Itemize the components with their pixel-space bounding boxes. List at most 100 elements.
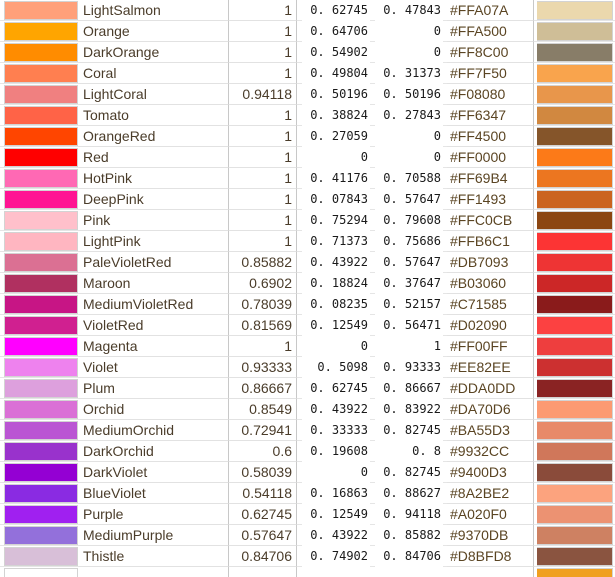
blue-value-cell[interactable]: 0. 93333 [375, 357, 443, 378]
green-value-cell[interactable]: 0. 12549 [302, 504, 370, 525]
hex-code-cell[interactable]: #8A2BE2 [447, 483, 534, 504]
table-row[interactable]: HotPink 1 0. 41176 0. 70588 #FF69B4 [0, 168, 615, 189]
table-row[interactable]: Orchid 0.8549 0. 43922 0. 83922 #DA70D6 [0, 399, 615, 420]
table-row[interactable]: LightPink 1 0. 71373 0. 75686 #FFB6C1 [0, 231, 615, 252]
table-row[interactable]: Coral 1 0. 49804 0. 31373 #FF7F50 [0, 63, 615, 84]
color-name-cell[interactable]: DarkOrange [79, 42, 229, 63]
hex-code-cell[interactable]: #FF6347 [447, 105, 534, 126]
hex-code-cell[interactable]: #FF1493 [447, 189, 534, 210]
color-name-cell[interactable]: Magenta [79, 336, 229, 357]
red-value-cell[interactable]: 0.6902 [230, 273, 297, 294]
table-row[interactable]: DarkOrchid 0.6 0. 19608 0. 8 #9932CC [0, 441, 615, 462]
color-name-cell[interactable]: MediumPurple [79, 525, 229, 546]
red-value-cell[interactable]: 1 [230, 63, 297, 84]
red-value-cell[interactable]: 0.94118 [230, 84, 297, 105]
color-name-cell[interactable]: Thistle [79, 546, 229, 567]
hex-code-cell[interactable]: #9370DB [447, 525, 534, 546]
green-value-cell[interactable]: 0. 27059 [302, 126, 370, 147]
hex-code-cell[interactable]: #FFA500 [447, 21, 534, 42]
hex-code-cell[interactable]: #FFC0CB [447, 210, 534, 231]
hex-code-cell[interactable]: #FF0000 [447, 147, 534, 168]
green-value-cell[interactable]: 0. 75294 [302, 210, 370, 231]
blue-value-cell[interactable]: 0. 31373 [375, 63, 443, 84]
hex-code-cell[interactable]: #A020F0 [447, 504, 534, 525]
red-value-cell[interactable]: 0.86667 [230, 378, 297, 399]
table-row[interactable]: OrangeRed 1 0. 27059 0 #FF4500 [0, 126, 615, 147]
table-row[interactable]: MediumOrchid 0.72941 0. 33333 0. 82745 #BA55… [0, 420, 615, 441]
red-value-cell[interactable]: 1 [230, 147, 297, 168]
table-row[interactable]: Plum 0.86667 0. 62745 0. 86667 #DDA0DD [0, 378, 615, 399]
hex-code-cell[interactable]: #FF00FF [447, 336, 534, 357]
table-row[interactable]: DarkOrange 1 0. 54902 0 #FF8C00 [0, 42, 615, 63]
blue-value-cell[interactable]: 0. 84706 [375, 546, 443, 567]
hex-code-cell[interactable] [447, 567, 534, 577]
green-value-cell[interactable]: 0. 62745 [302, 0, 370, 21]
green-value-cell[interactable]: 0. 12549 [302, 315, 370, 336]
color-name-cell[interactable]: DarkViolet [79, 462, 229, 483]
color-name-cell[interactable]: Orange [79, 21, 229, 42]
color-name-cell[interactable]: Violet [79, 357, 229, 378]
table-row[interactable]: BlueViolet 0.54118 0. 16863 0. 88627 #8A2BE2 [0, 483, 615, 504]
color-name-cell[interactable]: MediumOrchid [79, 420, 229, 441]
blue-value-cell[interactable]: 0. 50196 [375, 84, 443, 105]
blue-value-cell[interactable]: 0. 94118 [375, 504, 443, 525]
color-name-cell[interactable]: DarkOrchid [79, 441, 229, 462]
hex-code-cell[interactable]: #FFA07A [447, 0, 534, 21]
table-row[interactable]: Violet 0.93333 0. 5098 0. 93333 #EE82EE [0, 357, 615, 378]
blue-value-cell[interactable]: 0 [375, 21, 443, 42]
blue-value-cell[interactable]: 0. 85882 [375, 525, 443, 546]
blue-value-cell[interactable]: 0. 56471 [375, 315, 443, 336]
red-value-cell[interactable]: 1 [230, 210, 297, 231]
blue-value-cell[interactable]: 0. 37647 [375, 273, 443, 294]
hex-code-cell[interactable]: #BA55D3 [447, 420, 534, 441]
table-row[interactable]: Pink 1 0. 75294 0. 79608 #FFC0CB [0, 210, 615, 231]
table-row[interactable]: Thistle 0.84706 0. 74902 0. 84706 #D8BFD8 [0, 546, 615, 567]
red-value-cell[interactable]: 1 [230, 0, 297, 21]
color-name-cell[interactable]: MediumVioletRed [79, 294, 229, 315]
green-value-cell[interactable]: 0. 16863 [302, 483, 370, 504]
red-value-cell[interactable] [230, 567, 297, 577]
red-value-cell[interactable]: 1 [230, 21, 297, 42]
green-value-cell[interactable]: 0. 64706 [302, 21, 370, 42]
green-value-cell[interactable]: 0. 08235 [302, 294, 370, 315]
table-row[interactable]: Magenta 1 0 1 #FF00FF [0, 336, 615, 357]
color-name-cell[interactable]: BlueViolet [79, 483, 229, 504]
color-name-cell[interactable]: Pink [79, 210, 229, 231]
blue-value-cell[interactable]: 0. 57647 [375, 189, 443, 210]
hex-code-cell[interactable]: #FFB6C1 [447, 231, 534, 252]
green-value-cell[interactable]: 0. 41176 [302, 168, 370, 189]
green-value-cell[interactable]: 0. 49804 [302, 63, 370, 84]
table-row[interactable]: MediumPurple 0.57647 0. 43922 0. 85882 #9370… [0, 525, 615, 546]
color-name-cell[interactable]: DeepPink [79, 189, 229, 210]
blue-value-cell[interactable]: 0. 79608 [375, 210, 443, 231]
hex-code-cell[interactable]: #DDA0DD [447, 378, 534, 399]
green-value-cell[interactable]: 0. 71373 [302, 231, 370, 252]
blue-value-cell[interactable]: 0. 83922 [375, 399, 443, 420]
green-value-cell[interactable]: 0. 07843 [302, 189, 370, 210]
blue-value-cell[interactable]: 0. 57647 [375, 252, 443, 273]
red-value-cell[interactable]: 0.78039 [230, 294, 297, 315]
green-value-cell[interactable]: 0 [302, 336, 370, 357]
red-value-cell[interactable]: 0.93333 [230, 357, 297, 378]
color-name-cell[interactable]: Maroon [79, 273, 229, 294]
color-name-cell[interactable]: Coral [79, 63, 229, 84]
red-value-cell[interactable]: 0.81569 [230, 315, 297, 336]
color-name-cell[interactable]: LightSalmon [79, 0, 229, 21]
table-row[interactable]: Purple 0.62745 0. 12549 0. 94118 #A020F0 [0, 504, 615, 525]
red-value-cell[interactable]: 0.85882 [230, 252, 297, 273]
red-value-cell[interactable]: 1 [230, 168, 297, 189]
green-value-cell[interactable]: 0. 50196 [302, 84, 370, 105]
color-name-cell[interactable]: Tomato [79, 105, 229, 126]
green-value-cell[interactable]: 0. 43922 [302, 525, 370, 546]
hex-code-cell[interactable]: #C71585 [447, 294, 534, 315]
hex-code-cell[interactable]: #FF4500 [447, 126, 534, 147]
table-row[interactable]: DarkViolet 0.58039 0 0. 82745 #9400D3 [0, 462, 615, 483]
table-row[interactable]: Orange 1 0. 64706 0 #FFA500 [0, 21, 615, 42]
red-value-cell[interactable]: 0.62745 [230, 504, 297, 525]
blue-value-cell[interactable]: 0. 88627 [375, 483, 443, 504]
hex-code-cell[interactable]: #DB7093 [447, 252, 534, 273]
red-value-cell[interactable]: 1 [230, 231, 297, 252]
table-row-partial[interactable] [0, 567, 615, 577]
color-name-cell[interactable]: HotPink [79, 168, 229, 189]
color-name-cell[interactable]: Orchid [79, 399, 229, 420]
